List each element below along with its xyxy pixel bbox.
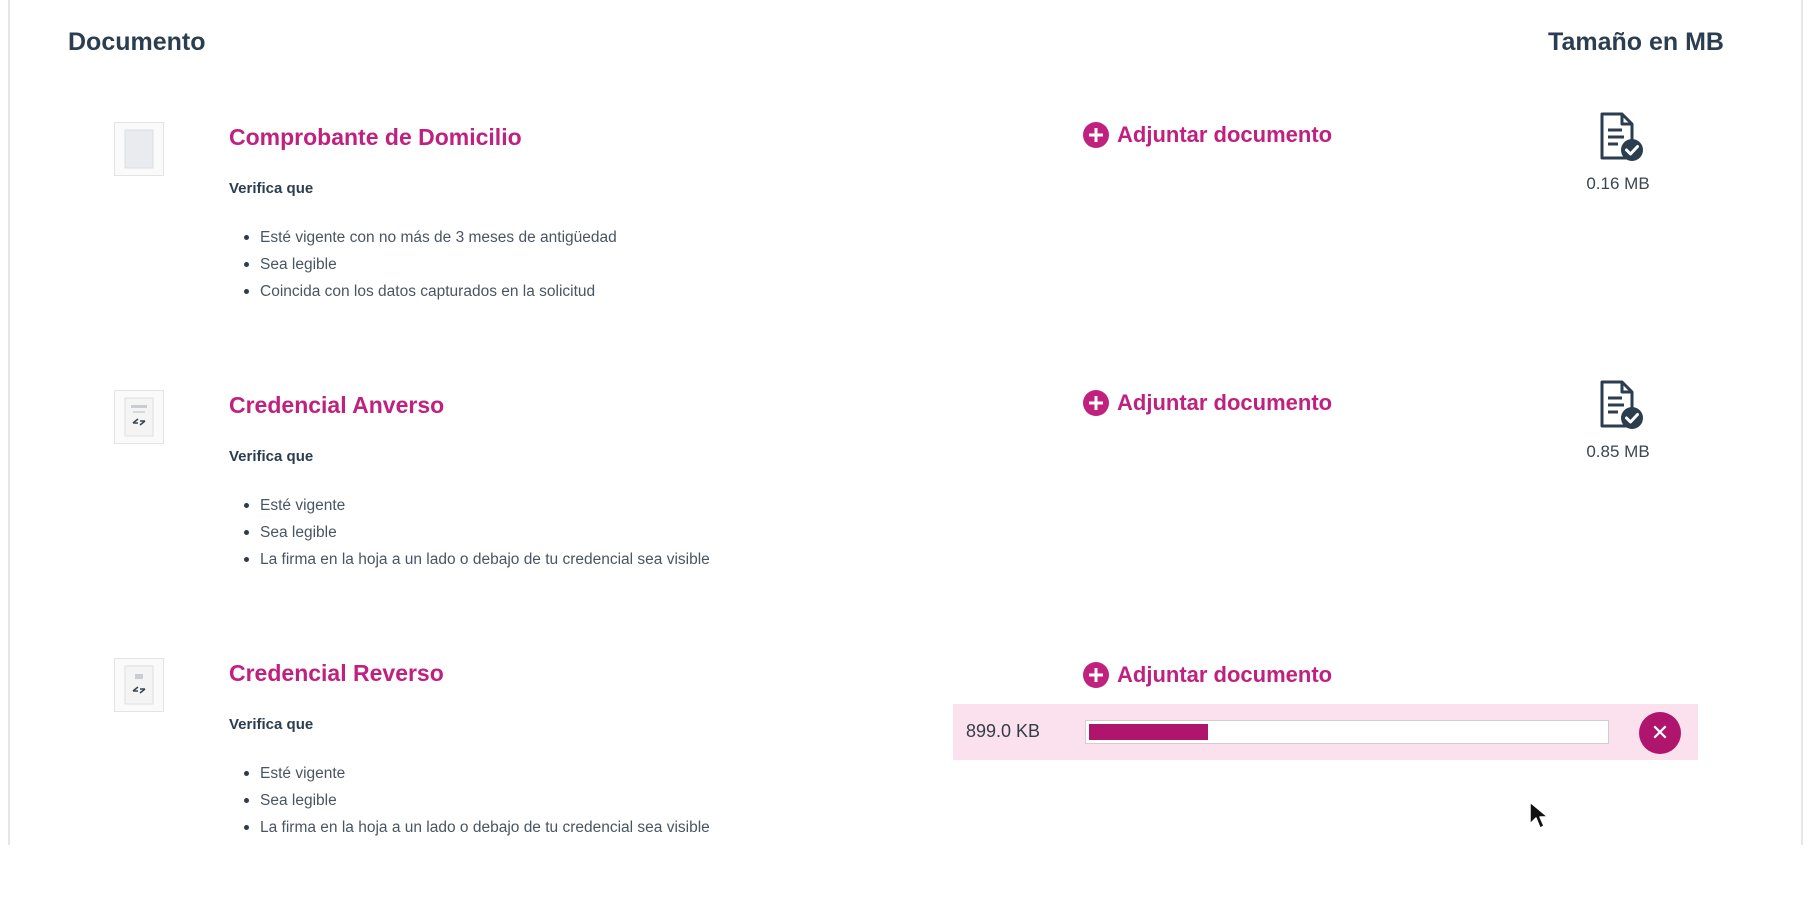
id-card-thumbnail-icon (124, 397, 154, 437)
document-thumbnail (114, 390, 164, 444)
file-size: 0.16 MB (1586, 174, 1650, 193)
document-thumbnail (114, 122, 164, 176)
plus-circle-icon (1083, 122, 1109, 148)
criteria-item: Esté vigente con no más de 3 meses de an… (244, 224, 617, 251)
document-check-icon (1600, 380, 1643, 429)
plus-circle-icon (1083, 662, 1109, 688)
upload-progress-fill (1089, 724, 1208, 740)
file-status: 0.16 MB (1573, 110, 1663, 194)
criteria-item: Esté vigente (244, 492, 710, 519)
document-title: Credencial Reverso (229, 660, 444, 686)
upload-file-size: 899.0 KB (966, 721, 1041, 741)
document-column-header: Documento (68, 28, 206, 56)
document-check-icon (1600, 112, 1643, 161)
upload-progress-bar (1085, 720, 1609, 744)
plus-circle-icon (1083, 390, 1109, 416)
criteria-item: Sea legible (244, 251, 617, 278)
file-size: 0.85 MB (1586, 442, 1650, 461)
documents-panel: Documento Tamaño en MB Comprobante de Do… (8, 0, 1803, 845)
blank-page-icon (124, 129, 154, 169)
attach-document-label: Adjuntar documento (1117, 122, 1333, 147)
attach-document-button[interactable]: Adjuntar documento (1083, 390, 1332, 416)
verify-label: Verifica que (229, 448, 314, 465)
file-status: 0.85 MB (1573, 378, 1663, 462)
close-icon: ✕ (1650, 720, 1670, 745)
document-row-comprobante: Comprobante de Domicilio Verifica que Es… (10, 112, 1801, 382)
attach-document-button[interactable]: Adjuntar documento (1083, 662, 1332, 688)
attach-document-label: Adjuntar documento (1117, 662, 1333, 687)
document-title: Comprobante de Domicilio (229, 124, 522, 150)
criteria-item: La firma en la hoja a un lado o debajo d… (244, 814, 710, 841)
document-title: Credencial Anverso (229, 392, 445, 418)
id-card-thumbnail-icon (124, 665, 154, 705)
criteria-list: Esté vigente Sea legible La firma en la … (242, 492, 710, 573)
attach-document-button[interactable]: Adjuntar documento (1083, 122, 1332, 148)
cancel-upload-button[interactable]: ✕ (1639, 712, 1681, 754)
criteria-list: Esté vigente con no más de 3 meses de an… (242, 224, 617, 305)
size-column-header: Tamaño en MB (1548, 28, 1724, 56)
criteria-list: Esté vigente Sea legible La firma en la … (242, 760, 710, 841)
attach-document-label: Adjuntar documento (1117, 390, 1333, 415)
document-row-credencial-reverso: Credencial Reverso Verifica que Esté vig… (10, 658, 1801, 918)
criteria-item: Coincida con los datos capturados en la … (244, 278, 617, 305)
upload-progress-panel: 899.0 KB ✕ (953, 704, 1698, 760)
criteria-item: Sea legible (244, 787, 710, 814)
document-row-credencial-anverso: Credencial Anverso Verifica que Esté vig… (10, 380, 1801, 650)
criteria-item: La firma en la hoja a un lado o debajo d… (244, 546, 710, 573)
criteria-item: Esté vigente (244, 760, 710, 787)
verify-label: Verifica que (229, 716, 314, 733)
document-thumbnail (114, 658, 164, 712)
mouse-cursor-icon (1529, 801, 1549, 829)
verify-label: Verifica que (229, 180, 314, 197)
criteria-item: Sea legible (244, 519, 710, 546)
